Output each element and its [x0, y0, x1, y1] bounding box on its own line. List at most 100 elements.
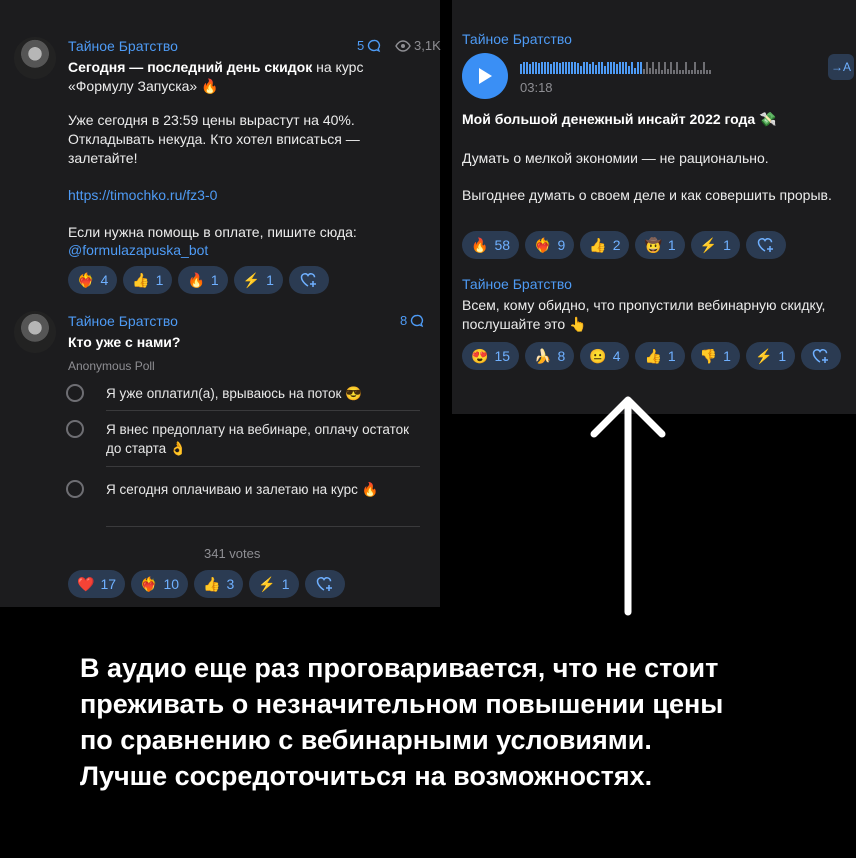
radio-icon	[66, 384, 84, 402]
waveform-bar	[658, 62, 660, 74]
poll-type-label: Anonymous Poll	[68, 359, 155, 373]
comment-icon	[368, 39, 381, 52]
waveform-bar	[694, 62, 696, 74]
waveform-bar	[625, 62, 627, 74]
add-reaction-button[interactable]	[288, 266, 329, 294]
caption-line: по сравнению с вебинарными условиями.	[80, 725, 652, 755]
reaction-banana[interactable]: 🍌 8	[525, 342, 575, 370]
add-reaction-button[interactable]	[745, 231, 786, 259]
reaction-fire[interactable]: 🔥 58	[462, 231, 520, 259]
add-reaction-button[interactable]	[801, 342, 842, 370]
post-paragraph: Выгоднее думать о своем деле и как совер…	[462, 187, 832, 203]
waveform-bar	[577, 63, 579, 74]
reaction-neutral-face[interactable]: 😐 4	[580, 342, 630, 370]
radio-icon	[66, 420, 84, 438]
waveform-bar	[592, 62, 594, 74]
post-title: Мой большой денежный инсайт 2022 года 💸	[462, 111, 777, 127]
bot-link[interactable]: @formulazapuska_bot	[68, 241, 208, 260]
waveform-bar	[535, 62, 537, 74]
waveform-bar	[649, 68, 651, 74]
comments-counter[interactable]: 8	[400, 313, 424, 328]
poll-option[interactable]: Я сегодня оплачиваю и залетаю на курс 🔥	[66, 480, 420, 520]
audio-waveform[interactable]	[520, 60, 711, 74]
waveform-bar	[691, 70, 693, 74]
add-reaction-button[interactable]	[304, 570, 345, 598]
reaction-lightning[interactable]: ⚡ 1	[249, 570, 299, 598]
comments-counter[interactable]: 5	[357, 38, 381, 53]
waveform-bar	[661, 70, 663, 74]
caption: В аудио еще раз проговаривается, что не …	[80, 650, 840, 794]
waveform-bar	[631, 62, 633, 74]
reaction-heart-fire[interactable]: ❤️‍🔥 10	[131, 570, 189, 598]
reaction-heart-fire[interactable]: ❤️‍🔥 9	[525, 231, 575, 259]
audio-duration: 03:18	[520, 80, 553, 95]
waveform-bar	[589, 64, 591, 74]
post-author[interactable]: Тайное Братство	[462, 31, 572, 47]
waveform-bar	[556, 62, 558, 74]
reaction-thumbs-up[interactable]: 👍 2	[580, 231, 630, 259]
course-link[interactable]: https://timochko.ru/fz3-0	[68, 186, 217, 205]
reaction-thumbs-down[interactable]: 👎 1	[690, 342, 740, 370]
post-text: Всем, кому обидно, что пропустили вебина…	[462, 297, 826, 332]
reaction-lightning[interactable]: ⚡ 1	[233, 266, 283, 294]
waveform-bar	[520, 64, 522, 74]
divider	[106, 526, 420, 527]
reaction-fire[interactable]: 🔥 1	[178, 266, 228, 294]
reaction-heart[interactable]: ❤️ 17	[68, 570, 126, 598]
reaction-thumbs-up[interactable]: 👍 1	[123, 266, 173, 294]
eye-icon	[395, 39, 411, 52]
poll-option[interactable]: Я уже оплатил(а), врываюсь на поток 😎	[66, 384, 420, 408]
post-author[interactable]: Тайное Братство	[68, 313, 178, 329]
waveform-bar	[574, 62, 576, 74]
waveform-bar	[526, 62, 528, 74]
waveform-bar	[607, 62, 609, 74]
waveform-bar	[697, 70, 699, 74]
reaction-lightning[interactable]: ⚡ 1	[745, 342, 796, 370]
waveform-bar	[595, 65, 597, 74]
waveform-bar	[643, 69, 645, 74]
play-button[interactable]	[462, 53, 508, 99]
reaction-heart-eyes[interactable]: 😍 15	[462, 342, 520, 370]
waveform-bar	[688, 70, 690, 74]
waveform-bar	[622, 62, 624, 74]
reaction-lightning[interactable]: ⚡ 1	[690, 231, 740, 259]
views-counter: 3,1K	[395, 38, 441, 53]
up-arrow-icon	[590, 396, 666, 616]
waveform-bar	[706, 70, 708, 74]
caption-line: В аудио еще раз проговаривается, что не …	[80, 653, 719, 683]
waveform-bar	[571, 62, 573, 74]
waveform-bar	[529, 64, 531, 74]
post-reactions: ❤️‍🔥 4 👍 1 🔥 1 ⚡ 1	[68, 266, 329, 294]
post-reactions: 🔥 58 ❤️‍🔥 9 👍 2 🤠 1 ⚡ 1	[462, 231, 786, 259]
waveform-bar	[646, 62, 648, 74]
reaction-heart-fire[interactable]: ❤️‍🔥 4	[68, 266, 118, 294]
post-author[interactable]: Тайное Братство	[462, 276, 572, 292]
waveform-bar	[670, 62, 672, 74]
poll-option[interactable]: Я внес предоплату на вебинаре, оплачу ос…	[66, 420, 420, 460]
waveform-bar	[667, 69, 669, 74]
payment-help-text: Если нужна помощь в оплате, пишите сюда:	[68, 224, 357, 240]
waveform-bar	[628, 66, 630, 74]
post-author[interactable]: Тайное Братство	[68, 38, 178, 54]
reaction-thumbs-up[interactable]: 👍 1	[635, 342, 685, 370]
comment-icon	[411, 314, 424, 327]
post-paragraph: Уже сегодня в 23:59 цены вырастут на 40%…	[68, 112, 360, 166]
poll-question: Кто уже с нами?	[68, 334, 181, 350]
waveform-bar	[652, 62, 654, 74]
channel-avatar[interactable]	[14, 37, 56, 79]
poll-option-text: Я уже оплатил(а), врываюсь на поток 😎	[106, 386, 363, 401]
add-reaction-icon	[300, 273, 316, 287]
poll-option-text: Я сегодня оплачиваю и залетаю на курс 🔥	[106, 482, 379, 497]
waveform-bar	[655, 69, 657, 74]
reaction-thumbs-up[interactable]: 👍 3	[194, 570, 244, 598]
add-reaction-icon	[757, 238, 773, 252]
channel-avatar[interactable]	[14, 311, 56, 353]
waveform-bar	[562, 62, 564, 74]
reaction-cowboy[interactable]: 🤠 1	[635, 231, 685, 259]
waveform-bar	[565, 62, 567, 74]
comments-count: 5	[357, 38, 365, 53]
post-title: Сегодня — последний день скидок на курс …	[68, 58, 413, 96]
transcribe-button[interactable]: →A	[828, 54, 854, 80]
waveform-bar	[559, 63, 561, 74]
poll-votes-count: 341 votes	[204, 546, 261, 561]
